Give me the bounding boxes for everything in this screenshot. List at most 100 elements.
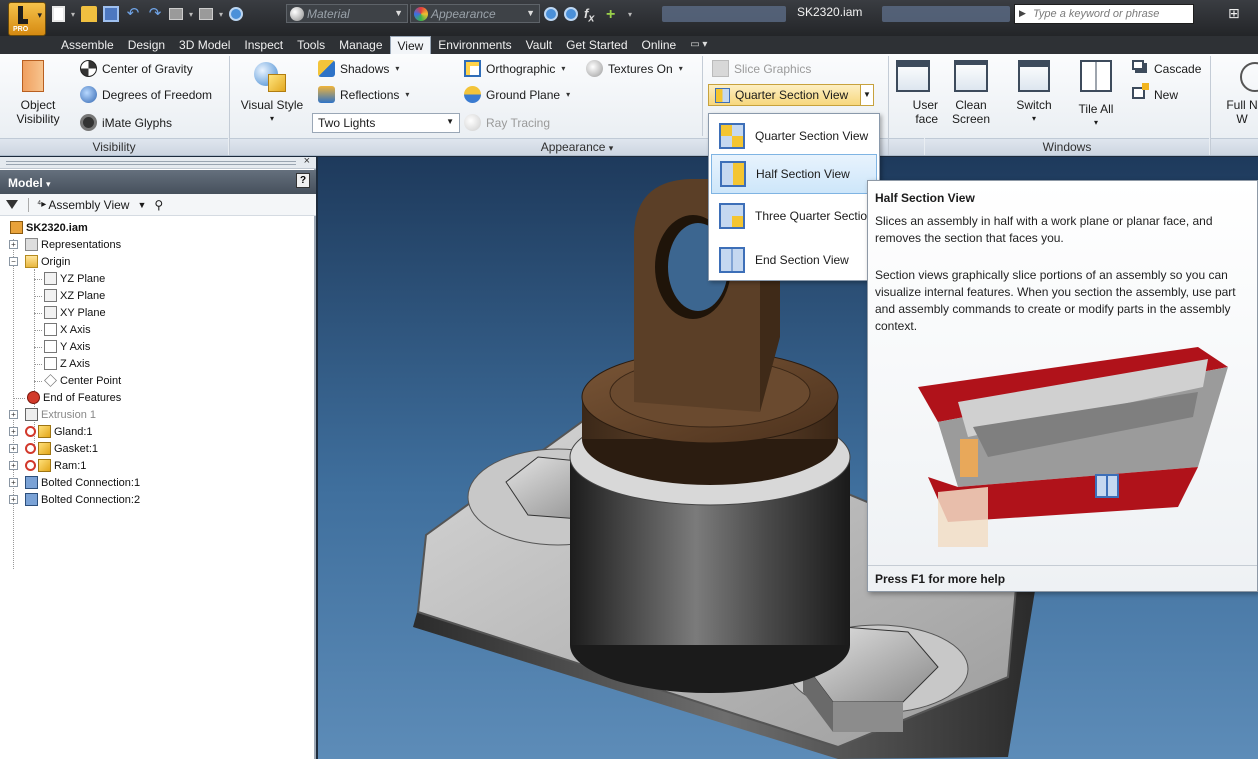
- tab-3d-model[interactable]: 3D Model: [172, 36, 237, 54]
- tree-node-xz-plane[interactable]: XZ Plane: [44, 287, 105, 304]
- tile-all-icon[interactable]: [1080, 60, 1112, 92]
- tree-node-ram[interactable]: Ram:1: [25, 457, 86, 474]
- tree-node-xy-plane[interactable]: XY Plane: [44, 304, 106, 321]
- shadows-button[interactable]: Shadows ▾: [318, 60, 399, 77]
- clean-screen-button[interactable]: Clean Screen: [946, 98, 996, 126]
- clean-screen-icon[interactable]: [954, 60, 988, 92]
- select-icon[interactable]: [199, 8, 214, 20]
- open-folder-icon[interactable]: [81, 6, 98, 22]
- switch-window-icon[interactable]: [1018, 60, 1050, 92]
- tab-vault[interactable]: Vault: [519, 36, 559, 54]
- full-navigation-wheel-button[interactable]: Full N W: [1212, 98, 1258, 126]
- chevron-down-icon[interactable]: ▾: [189, 10, 193, 19]
- visual-style-icon[interactable]: [254, 62, 288, 94]
- expand-icon[interactable]: +: [9, 461, 18, 470]
- tree-node-extrusion[interactable]: Extrusion 1: [25, 406, 96, 423]
- browser-view-mode[interactable]: Assembly View: [48, 198, 129, 212]
- tree-node-z-axis[interactable]: Z Axis: [44, 355, 90, 372]
- object-visibility-button[interactable]: Object Visibility: [10, 98, 66, 126]
- tab-get-started[interactable]: Get Started: [559, 36, 634, 54]
- browser-grip[interactable]: ×: [0, 155, 316, 169]
- user-interface-button[interactable]: User face: [898, 98, 938, 126]
- adjust-appearance-icon[interactable]: [544, 7, 558, 21]
- reflections-button[interactable]: Reflections ▾: [318, 86, 409, 103]
- ground-plane-button[interactable]: Ground Plane ▾: [464, 86, 570, 103]
- tab-assemble[interactable]: Assemble: [54, 36, 121, 54]
- save-icon[interactable]: [103, 6, 120, 22]
- imate-glyphs-button[interactable]: iMate Glyphs: [80, 114, 172, 131]
- visual-style-button[interactable]: Visual Style ▾: [236, 98, 308, 126]
- return-icon[interactable]: [169, 8, 184, 20]
- appearance-combo[interactable]: Appearance ▼: [410, 4, 540, 23]
- clear-appearance-icon[interactable]: [564, 7, 578, 21]
- color-wheel-icon[interactable]: [229, 7, 244, 21]
- ribbon-display-toggle[interactable]: ▭ ▾: [683, 36, 714, 54]
- help-icon[interactable]: ?: [296, 173, 310, 188]
- chevron-down-icon[interactable]: ▼: [526, 8, 535, 18]
- redo-icon[interactable]: ↷: [147, 6, 163, 22]
- chevron-down-icon[interactable]: ▼: [394, 8, 403, 18]
- visibility-panel-label[interactable]: Visibility: [0, 138, 228, 155]
- tree-node-gasket[interactable]: Gasket:1: [25, 440, 98, 457]
- expand-icon[interactable]: +: [9, 410, 18, 419]
- switch-window-button[interactable]: Switch ▾: [1006, 98, 1062, 126]
- tab-online[interactable]: Online: [635, 36, 684, 54]
- tab-inspect[interactable]: Inspect: [237, 36, 290, 54]
- tree-node-yz-plane[interactable]: YZ Plane: [44, 270, 105, 287]
- binoculars-icon[interactable]: ⚲: [154, 198, 163, 212]
- menu-item-end-section-view[interactable]: End Section View: [711, 240, 877, 280]
- chevron-down-icon[interactable]: ▼: [860, 85, 873, 105]
- degrees-of-freedom-button[interactable]: Degrees of Freedom: [80, 86, 212, 103]
- material-combo[interactable]: Material ▼: [286, 4, 408, 23]
- object-visibility-icon[interactable]: [22, 60, 44, 92]
- new-window-button[interactable]: New: [1132, 83, 1178, 103]
- textures-button[interactable]: Textures On ▾: [586, 60, 683, 77]
- cascade-button[interactable]: Cascade: [1132, 60, 1201, 77]
- fx-parameters-icon[interactable]: fx: [584, 6, 600, 25]
- expand-icon[interactable]: +: [9, 444, 18, 453]
- tile-all-button[interactable]: Tile All ▾: [1068, 102, 1124, 130]
- tree-node-bolted-connection-1[interactable]: Bolted Connection:1: [25, 474, 140, 491]
- center-of-gravity-button[interactable]: Center of Gravity: [80, 60, 193, 77]
- menu-item-quarter-section-view[interactable]: Quarter Section View: [711, 116, 877, 156]
- new-file-icon[interactable]: [52, 6, 65, 22]
- menu-item-three-quarter-section-view[interactable]: Three Quarter Sectio: [711, 196, 877, 236]
- expand-icon[interactable]: +: [9, 240, 18, 249]
- chevron-down-icon[interactable]: ▾: [71, 10, 75, 19]
- expand-icon[interactable]: +: [9, 478, 18, 487]
- chevron-down-icon[interactable]: ▼: [137, 200, 146, 210]
- tab-view[interactable]: View: [389, 36, 432, 54]
- binoculars-icon[interactable]: ⊞: [1228, 5, 1240, 22]
- lighting-style-select[interactable]: Two Lights ▼: [312, 113, 460, 133]
- orthographic-button[interactable]: Orthographic ▾: [464, 60, 565, 77]
- help-search-input[interactable]: ▶ Type a keyword or phrase: [1014, 4, 1194, 24]
- browser-header[interactable]: Model ▾ ?: [0, 170, 316, 194]
- tree-node-end-of-features[interactable]: End of Features: [27, 389, 121, 406]
- tree-node-origin[interactable]: Origin: [25, 253, 70, 270]
- collapse-icon[interactable]: −: [9, 257, 18, 266]
- full-navigation-wheel-icon[interactable]: [1240, 62, 1258, 92]
- tree-node-x-axis[interactable]: X Axis: [44, 321, 91, 338]
- tree-node-bolted-connection-2[interactable]: Bolted Connection:2: [25, 491, 140, 508]
- windows-panel-label[interactable]: Windows: [925, 138, 1209, 155]
- tab-tools[interactable]: Tools: [290, 36, 332, 54]
- tab-manage[interactable]: Manage: [332, 36, 389, 54]
- filter-icon[interactable]: [6, 200, 18, 209]
- ray-tracing-button[interactable]: Ray Tracing: [464, 114, 550, 131]
- tree-node-gland[interactable]: Gland:1: [25, 423, 93, 440]
- tree-node-center-point[interactable]: Center Point: [44, 372, 121, 389]
- tree-node-representations[interactable]: Representations: [25, 236, 121, 253]
- undo-icon[interactable]: ↶: [125, 6, 141, 22]
- section-view-split-button[interactable]: Quarter Section View ▼: [708, 84, 874, 106]
- slice-graphics-button[interactable]: Slice Graphics: [712, 60, 811, 77]
- customize-qat-icon[interactable]: ▾: [628, 10, 632, 19]
- add-icon[interactable]: +: [606, 6, 622, 23]
- tab-design[interactable]: Design: [121, 36, 172, 54]
- expand-icon[interactable]: +: [9, 495, 18, 504]
- user-interface-icon[interactable]: [896, 60, 930, 92]
- expand-icon[interactable]: +: [9, 427, 18, 436]
- tab-environments[interactable]: Environments: [431, 36, 518, 54]
- menu-item-half-section-view[interactable]: Half Section View: [711, 154, 877, 194]
- application-menu-button[interactable]: ▾ PRO: [8, 2, 46, 36]
- chevron-down-icon[interactable]: ▾: [219, 10, 223, 19]
